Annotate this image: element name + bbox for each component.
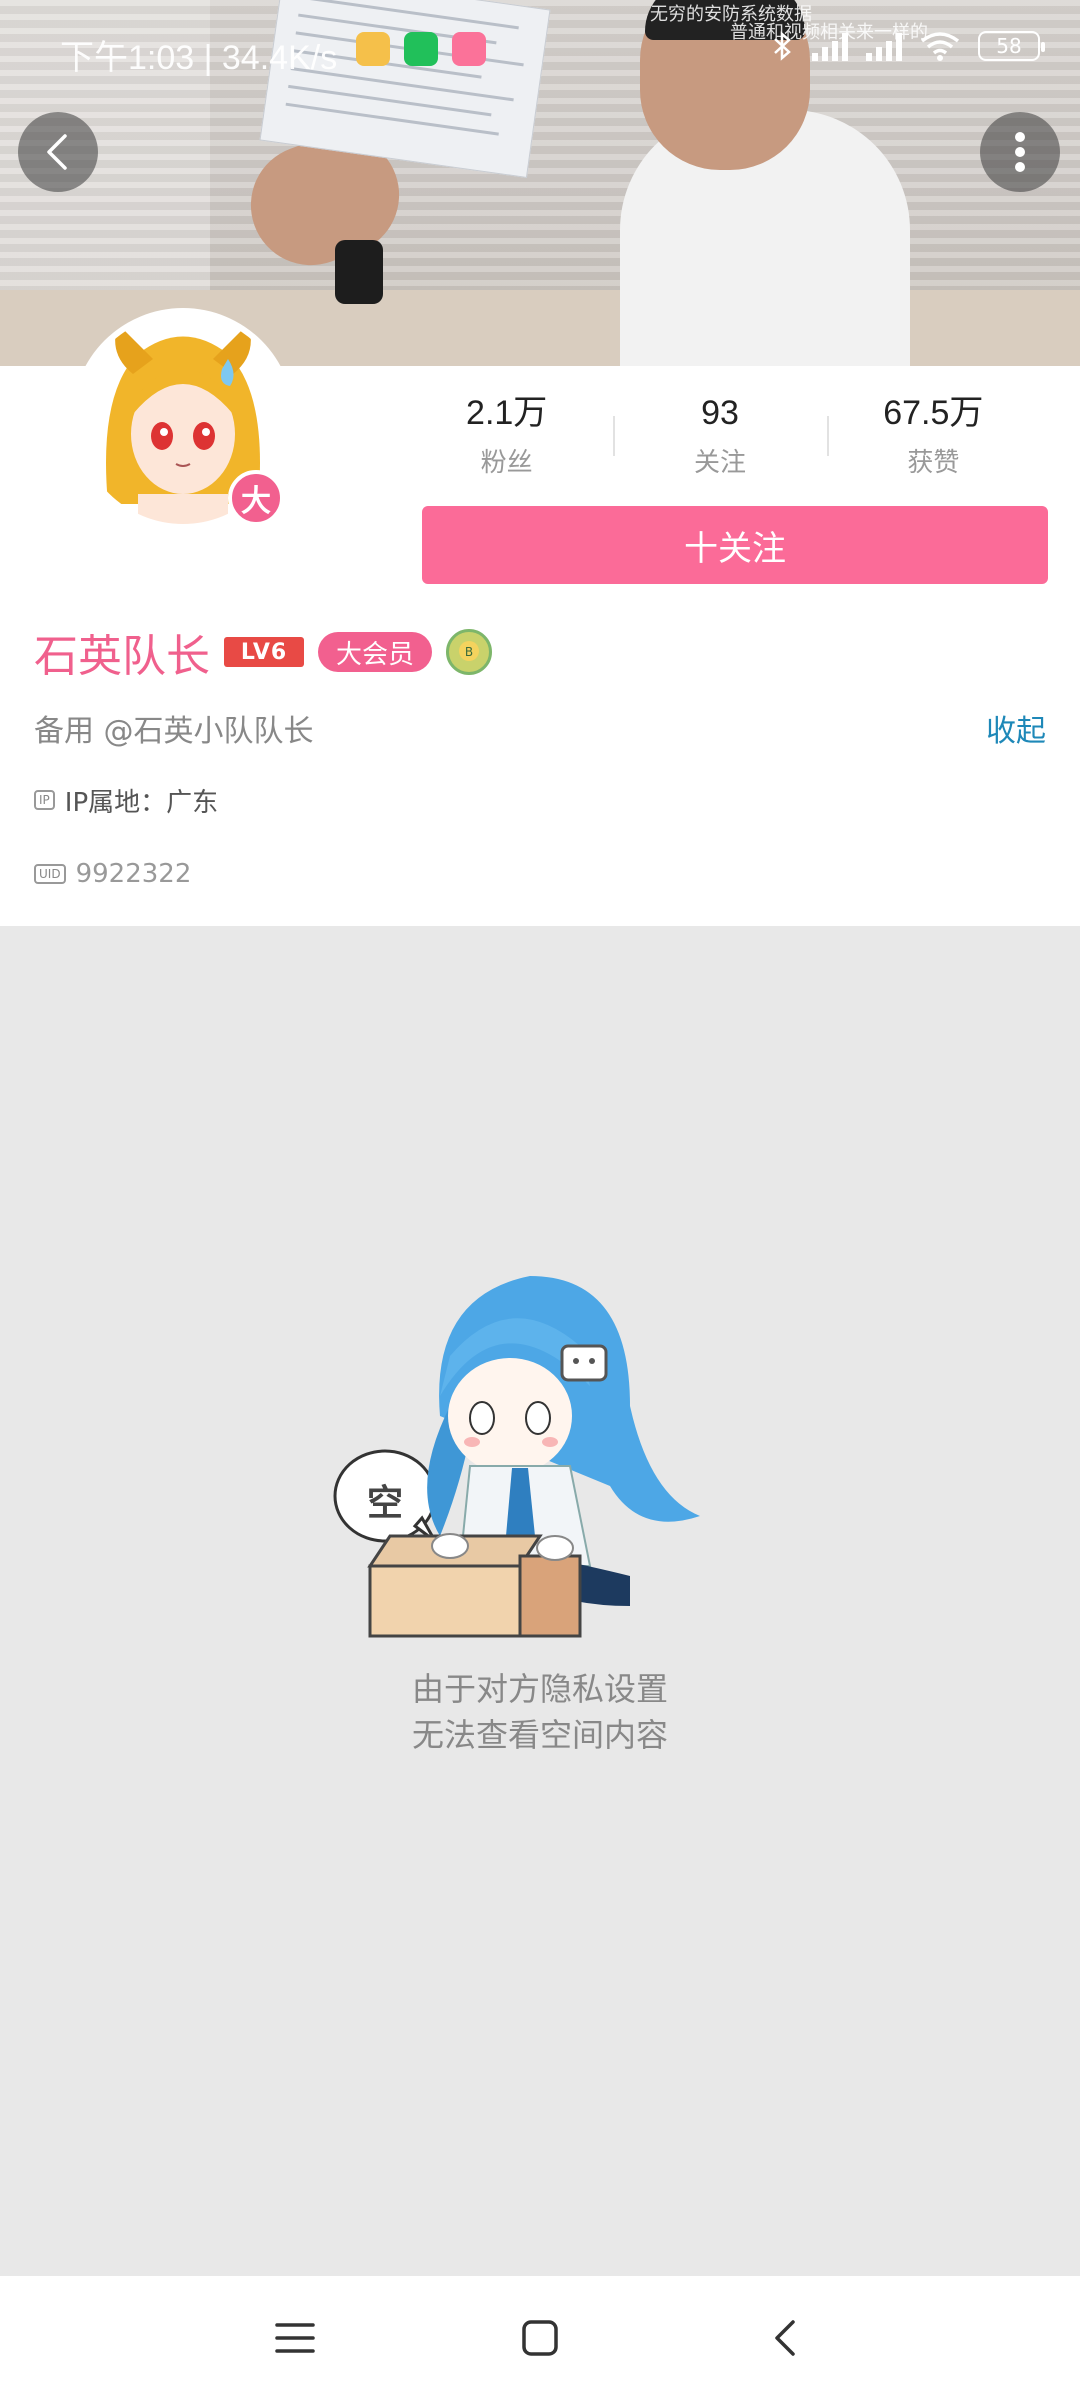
weibo-icon <box>356 32 390 66</box>
empty-state-illustration <box>333 1276 700 1638</box>
stat-following[interactable]: 93 关注 <box>613 390 826 490</box>
system-nav-bar <box>0 2276 1080 2400</box>
bilibili-icon <box>452 32 486 66</box>
status-time: 下午1:03 | 34.4K/s <box>60 39 338 77</box>
more-button[interactable] <box>980 112 1060 192</box>
stat-followers-value: 2.1万 <box>466 394 548 432</box>
more-vertical-icon <box>1015 132 1025 172</box>
empty-state-line-2: 无法查看空间内容 <box>411 1716 668 1754</box>
stats-row: 2.1万 粉丝 93 关注 67.5万 获赞 <box>400 390 1040 490</box>
chevron-left-icon <box>47 134 67 170</box>
svg-text:B: B <box>465 645 473 659</box>
stat-likes-label: 获赞 <box>907 448 960 478</box>
back-arrow-icon <box>775 2320 795 2356</box>
space-content-area: 空 由于对方隐私设置 无法查看空间内容 <box>0 926 1080 2276</box>
stat-followers-label: 粉丝 <box>480 448 533 478</box>
follow-button[interactable]: 十关注 <box>422 506 1048 584</box>
uid-text[interactable]: 9922322 <box>76 859 192 889</box>
wechat-icon <box>404 32 438 66</box>
menu-icon <box>275 2323 315 2353</box>
stat-likes-value: 67.5万 <box>883 394 984 432</box>
stat-likes[interactable]: 67.5万 获赞 <box>826 390 1040 490</box>
home-square-icon <box>522 2320 558 2356</box>
vip-badge[interactable]: 大会员 <box>318 632 433 672</box>
banner-watch <box>335 240 383 304</box>
stat-following-value: 93 <box>701 394 739 432</box>
stat-following-label: 关注 <box>693 448 746 478</box>
empty-bubble-text: 空 <box>366 1483 403 1524</box>
bluetooth-icon <box>774 31 791 61</box>
empty-state-text: 由于对方隐私设置 无法查看空间内容 <box>0 1666 1080 1758</box>
ip-icon: IP <box>34 790 55 810</box>
username: 石英队长 <box>34 631 210 682</box>
ip-location-row: IP IP属地：广东 <box>34 780 218 820</box>
stat-followers[interactable]: 2.1万 粉丝 <box>400 390 613 490</box>
name-row: 石英队长 LV6 大会员 B <box>34 622 493 682</box>
collapse-link[interactable]: 收起 <box>986 706 1046 750</box>
ip-location-text: IP属地：广东 <box>64 787 219 818</box>
uid-icon: UID <box>34 864 66 884</box>
signal-icon <box>812 31 848 61</box>
signature-row: 备用 @石英小队队长 收起 <box>34 706 1046 756</box>
uid-row: UID 9922322 <box>34 854 191 894</box>
status-bar: 下午1:03 | 34.4K/s 58 <box>0 20 1080 80</box>
status-right: 58 <box>772 30 1045 62</box>
empty-state-line-1: 由于对方隐私设置 <box>411 1670 668 1708</box>
signal-2-icon <box>866 31 902 61</box>
signature-text: 备用 @石英小队队长 <box>34 714 314 749</box>
level-badge: LV6 <box>224 637 304 667</box>
battery-indicator: 58 <box>978 31 1045 61</box>
medal-icon[interactable]: B <box>446 629 493 675</box>
back-button[interactable] <box>18 112 98 192</box>
system-back-button[interactable] <box>755 2308 815 2368</box>
vip-avatar-badge: 大 <box>228 470 284 526</box>
wifi-icon <box>920 32 960 61</box>
recent-apps-button[interactable] <box>265 2308 325 2368</box>
home-button[interactable] <box>510 2308 570 2368</box>
